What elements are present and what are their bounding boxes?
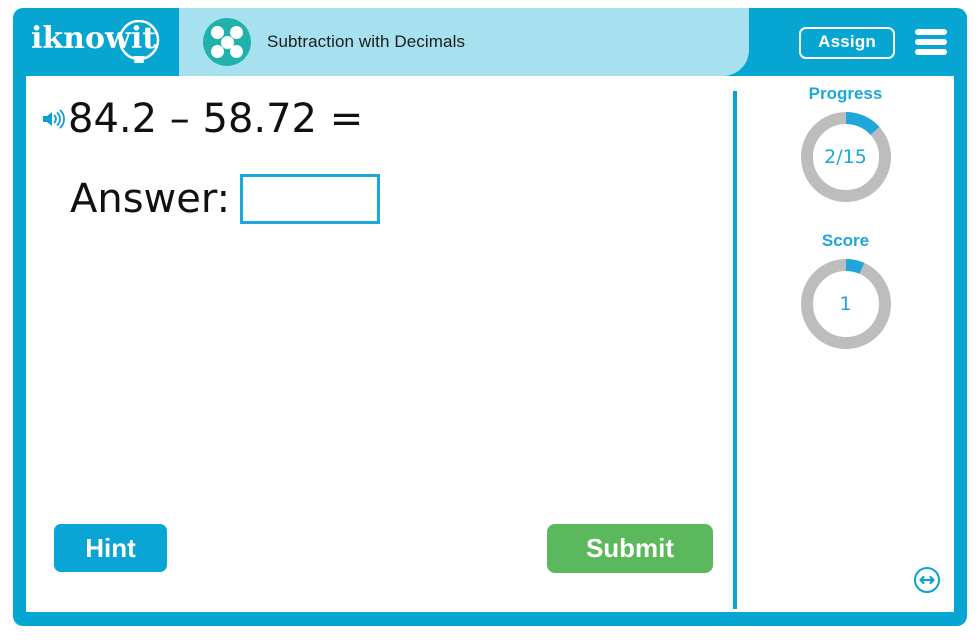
status-sidebar: Progress 2/15 Score 1 bbox=[737, 76, 954, 612]
answer-input[interactable] bbox=[240, 174, 381, 224]
iknowit-logo[interactable]: iknowit bbox=[29, 19, 179, 66]
question-row: 84.2 – 58.72 = bbox=[40, 96, 363, 142]
five-dots-circle-icon bbox=[203, 18, 251, 66]
app-root: iknowit Subtraction with Decimals Assign bbox=[0, 0, 980, 640]
progress-value: 2/15 bbox=[824, 146, 867, 168]
lesson-title-tab: Subtraction with Decimals bbox=[179, 8, 749, 76]
answer-label: Answer: bbox=[70, 176, 231, 222]
score-label: Score bbox=[821, 231, 870, 250]
progress-label: Progress bbox=[808, 84, 883, 103]
app-frame: iknowit Subtraction with Decimals Assign bbox=[13, 8, 967, 626]
speaker-audio-icon[interactable] bbox=[40, 106, 66, 132]
svg-text:iknowit: iknowit bbox=[31, 21, 156, 56]
question-expression: 84.2 – 58.72 = bbox=[68, 96, 364, 142]
hint-button[interactable]: Hint bbox=[54, 524, 167, 572]
hamburger-menu-icon[interactable] bbox=[915, 29, 947, 55]
content-area: 84.2 – 58.72 = Answer: Hint Submit Progr… bbox=[26, 76, 954, 612]
score-value: 1 bbox=[839, 293, 852, 315]
assign-button[interactable]: Assign bbox=[799, 27, 895, 59]
progress-meter: Progress 2/15 bbox=[737, 84, 954, 205]
logo-graphic: iknowit bbox=[31, 19, 160, 63]
score-meter: Score 1 bbox=[737, 231, 954, 352]
submit-button[interactable]: Submit bbox=[547, 524, 713, 573]
resize-horizontal-circle-icon[interactable] bbox=[913, 566, 941, 594]
page-title: Subtraction with Decimals bbox=[267, 32, 466, 51]
answer-row: Answer: bbox=[70, 174, 381, 224]
score-donut: 1 bbox=[798, 256, 894, 352]
app-header: iknowit Subtraction with Decimals Assign bbox=[13, 8, 967, 76]
progress-donut: 2/15 bbox=[798, 109, 894, 205]
